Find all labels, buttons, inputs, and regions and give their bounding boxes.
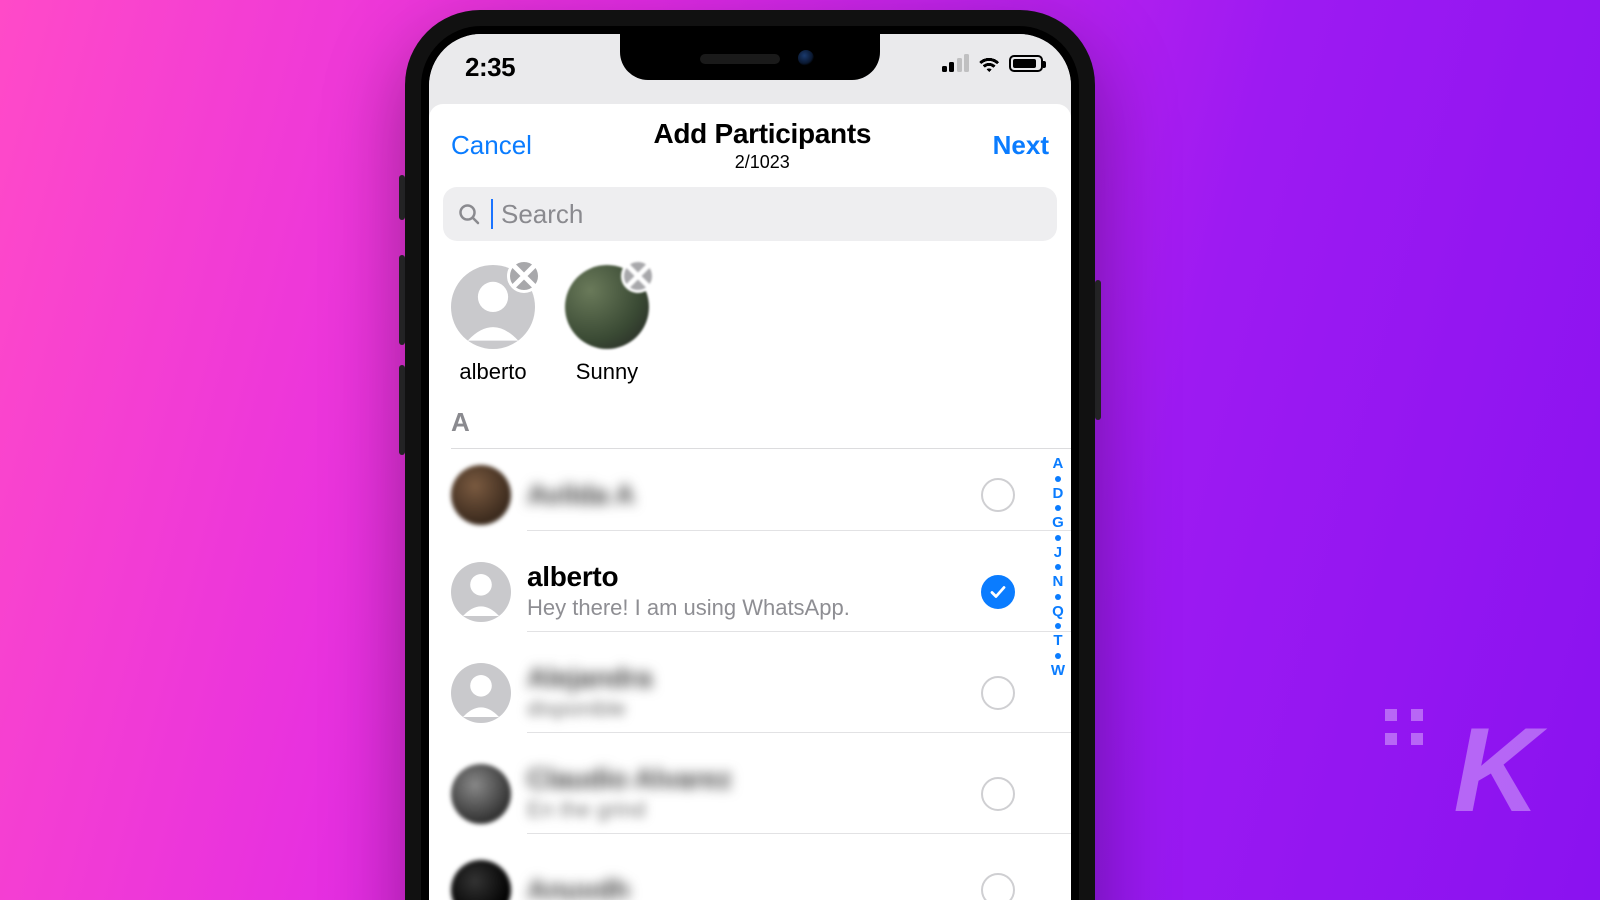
wifi-icon (977, 54, 1001, 72)
phone-frame: 2:35 Cancel Add Participants 2/1023 (405, 10, 1095, 900)
phone-screen: 2:35 Cancel Add Participants 2/1023 (429, 34, 1071, 900)
avatar (451, 562, 511, 622)
sheet-title: Add Participants (653, 118, 871, 150)
index-letter[interactable]: G (1052, 513, 1064, 533)
index-dot (1055, 653, 1061, 659)
selection-checkbox[interactable] (981, 575, 1015, 609)
contact-name: Anuvdh (527, 874, 1023, 900)
contact-row[interactable]: Anuvdh (429, 844, 1071, 900)
watermark-logo: K (1453, 710, 1540, 830)
contact-name: alberto (527, 561, 1023, 593)
participant-count: 2/1023 (653, 152, 871, 173)
text-cursor (491, 199, 493, 229)
contact-name: Alejandra (527, 662, 1023, 694)
watermark-dots (1385, 709, 1425, 745)
index-letter[interactable]: D (1052, 484, 1063, 504)
avatar (451, 764, 511, 824)
phone-notch (620, 34, 880, 80)
close-icon (624, 262, 652, 290)
contact-row[interactable]: alberto Hey there! I am using WhatsApp. (429, 541, 1071, 642)
contact-status: disponible (527, 696, 1023, 722)
sheet-header: Cancel Add Participants 2/1023 Next (429, 104, 1071, 181)
search-field[interactable] (443, 187, 1057, 241)
selected-chip-sunny: Sunny (565, 265, 649, 385)
chip-label: Sunny (576, 359, 638, 385)
contact-name: Claudio Alvarez (527, 763, 1023, 795)
index-dot (1055, 535, 1061, 541)
remove-participant-button[interactable] (507, 259, 541, 293)
selection-checkbox[interactable] (981, 777, 1015, 811)
chip-label: alberto (459, 359, 526, 385)
selection-checkbox[interactable] (981, 873, 1015, 900)
index-dot (1055, 564, 1061, 570)
index-dot (1055, 505, 1061, 511)
index-letter[interactable]: N (1052, 572, 1063, 592)
search-icon (457, 202, 481, 226)
contact-row[interactable]: Claudio Alvarez En the grind (429, 743, 1071, 844)
avatar (451, 465, 511, 525)
contact-status: Hey there! I am using WhatsApp. (527, 595, 1023, 621)
selected-chip-alberto: alberto (451, 265, 535, 385)
search-input[interactable] (501, 199, 1043, 230)
index-dot (1055, 594, 1061, 600)
index-letter[interactable]: Q (1052, 602, 1064, 622)
hero-background: 2:35 Cancel Add Participants 2/1023 (0, 0, 1600, 900)
contact-status: En the grind (527, 797, 1023, 823)
contact-row[interactable]: Alejandra disponible (429, 642, 1071, 743)
contact-name: Avilda A (527, 479, 1023, 511)
close-icon (510, 262, 538, 290)
avatar (451, 663, 511, 723)
index-letter[interactable]: A (1052, 454, 1063, 474)
add-participants-sheet: Cancel Add Participants 2/1023 Next (429, 104, 1071, 900)
index-dot (1055, 623, 1061, 629)
next-button[interactable]: Next (993, 130, 1049, 161)
phone-power-button (1095, 280, 1101, 420)
index-letter[interactable]: T (1053, 631, 1062, 651)
alpha-index[interactable]: A D G J N Q T W (1051, 454, 1065, 680)
avatar (451, 265, 535, 349)
selection-checkbox[interactable] (981, 676, 1015, 710)
checkmark-icon (989, 583, 1007, 601)
avatar (451, 860, 511, 900)
section-header: A (429, 403, 1071, 448)
contact-row[interactable]: Avilda A (429, 449, 1071, 541)
battery-icon (1009, 55, 1043, 72)
avatar (565, 265, 649, 349)
status-time: 2:35 (457, 48, 515, 83)
index-dot (1055, 476, 1061, 482)
remove-participant-button[interactable] (621, 259, 655, 293)
cancel-button[interactable]: Cancel (451, 130, 532, 161)
index-letter[interactable]: J (1054, 543, 1062, 563)
selected-participants: alberto Sunny (429, 251, 1071, 403)
selection-checkbox[interactable] (981, 478, 1015, 512)
cellular-signal-icon (942, 54, 970, 72)
index-letter[interactable]: W (1051, 661, 1065, 681)
